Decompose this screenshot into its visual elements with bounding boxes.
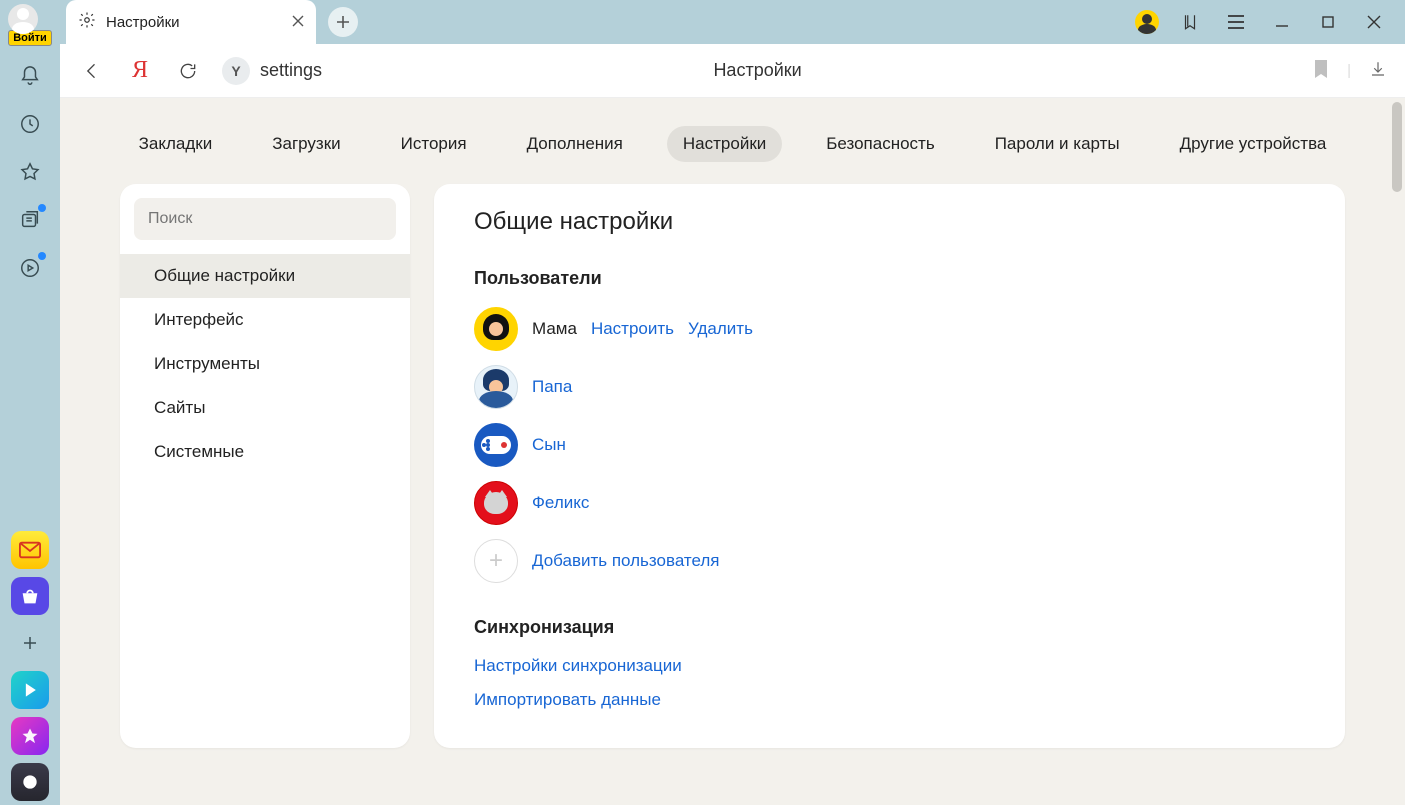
- extensions-icon[interactable]: [1167, 3, 1213, 41]
- favorites-icon[interactable]: [8, 150, 52, 194]
- address-bar: Я Y settings Настройки |: [60, 44, 1405, 98]
- user-name: Мама: [532, 319, 577, 339]
- navtab-downloads[interactable]: Загрузки: [256, 126, 356, 162]
- user-avatar-icon: [474, 423, 518, 467]
- users-section-title: Пользователи: [474, 268, 1305, 289]
- navtab-passwords[interactable]: Пароли и карты: [979, 126, 1136, 162]
- add-panel-icon[interactable]: [8, 621, 52, 665]
- user-delete-link[interactable]: Удалить: [688, 319, 753, 339]
- settings-main-panel: Общие настройки Пользователи Мама Настро…: [434, 184, 1345, 748]
- app-market-icon[interactable]: [11, 577, 49, 615]
- user-avatar-icon: [474, 365, 518, 409]
- downloads-icon[interactable]: [1369, 60, 1387, 82]
- user-row[interactable]: Сын: [474, 423, 1305, 467]
- separator: |: [1347, 62, 1351, 79]
- app-kinopoisk-icon[interactable]: [11, 671, 49, 709]
- user-row[interactable]: Папа: [474, 365, 1305, 409]
- tab-bar: Настройки: [60, 0, 1405, 44]
- gear-icon: [78, 11, 96, 33]
- side-item-tools[interactable]: Инструменты: [120, 342, 410, 386]
- tab-close-icon[interactable]: [292, 14, 304, 31]
- bookmark-icon[interactable]: [1313, 59, 1329, 83]
- user-name-link[interactable]: Папа: [532, 377, 572, 397]
- page-title: Настройки: [222, 60, 1293, 81]
- navtab-bookmarks[interactable]: Закладки: [123, 126, 229, 162]
- tab-title: Настройки: [106, 14, 282, 31]
- collections-icon[interactable]: [8, 198, 52, 242]
- settings-side-panel: Общие настройки Интерфейс Инструменты Са…: [120, 184, 410, 748]
- user-row[interactable]: Феликс: [474, 481, 1305, 525]
- navtab-history[interactable]: История: [385, 126, 483, 162]
- navtab-security[interactable]: Безопасность: [810, 126, 950, 162]
- browser-tab[interactable]: Настройки: [66, 0, 316, 44]
- window-close-button[interactable]: [1351, 3, 1397, 41]
- media-icon[interactable]: [8, 246, 52, 290]
- user-avatar-icon: [474, 481, 518, 525]
- nav-reload-button[interactable]: [174, 57, 202, 85]
- settings-content: Закладки Загрузки История Дополнения Нас…: [60, 98, 1405, 805]
- sync-section-title: Синхронизация: [474, 617, 1305, 638]
- user-configure-link[interactable]: Настроить: [591, 319, 674, 339]
- sync-settings-link[interactable]: Настройки синхронизации: [474, 656, 1305, 676]
- navtab-devices[interactable]: Другие устройства: [1164, 126, 1343, 162]
- side-item-sites[interactable]: Сайты: [120, 386, 410, 430]
- plus-icon: +: [474, 539, 518, 583]
- side-item-general[interactable]: Общие настройки: [120, 254, 410, 298]
- navtab-addons[interactable]: Дополнения: [511, 126, 639, 162]
- user-row-current: Мама Настроить Удалить: [474, 307, 1305, 351]
- side-item-system[interactable]: Системные: [120, 430, 410, 474]
- search-input[interactable]: [134, 198, 396, 240]
- notification-dot-icon: [38, 252, 46, 260]
- settings-search: [134, 198, 396, 240]
- sidebar-profile[interactable]: Войти: [8, 4, 52, 46]
- browser-sidebar: Войти: [0, 0, 60, 805]
- window-minimize-button[interactable]: [1259, 3, 1305, 41]
- nav-home-button[interactable]: Я: [126, 57, 154, 85]
- current-profile-avatar-icon[interactable]: [1135, 10, 1159, 34]
- user-name-link[interactable]: Феликс: [532, 493, 589, 513]
- notifications-icon[interactable]: [8, 54, 52, 98]
- scrollbar-thumb[interactable]: [1392, 102, 1402, 192]
- user-avatar-icon: [474, 307, 518, 351]
- add-user-link[interactable]: Добавить пользователя: [532, 551, 720, 571]
- notification-dot-icon: [38, 204, 46, 212]
- settings-nav-tabs: Закладки Загрузки История Дополнения Нас…: [60, 98, 1405, 184]
- app-alice-icon[interactable]: [11, 763, 49, 801]
- navtab-settings[interactable]: Настройки: [667, 126, 782, 162]
- history-icon[interactable]: [8, 102, 52, 146]
- user-name-link[interactable]: Сын: [532, 435, 566, 455]
- scrollbar[interactable]: [1389, 98, 1405, 805]
- add-user-row[interactable]: + Добавить пользователя: [474, 539, 1305, 583]
- side-item-interface[interactable]: Интерфейс: [120, 298, 410, 342]
- app-zen-icon[interactable]: [11, 717, 49, 755]
- menu-icon[interactable]: [1213, 3, 1259, 41]
- import-data-link[interactable]: Импортировать данные: [474, 690, 1305, 710]
- nav-back-button[interactable]: [78, 57, 106, 85]
- new-tab-button[interactable]: [328, 7, 358, 37]
- main-heading: Общие настройки: [474, 208, 1305, 236]
- profile-avatar-icon: [8, 4, 38, 34]
- app-mail-icon[interactable]: [11, 531, 49, 569]
- window-maximize-button[interactable]: [1305, 3, 1351, 41]
